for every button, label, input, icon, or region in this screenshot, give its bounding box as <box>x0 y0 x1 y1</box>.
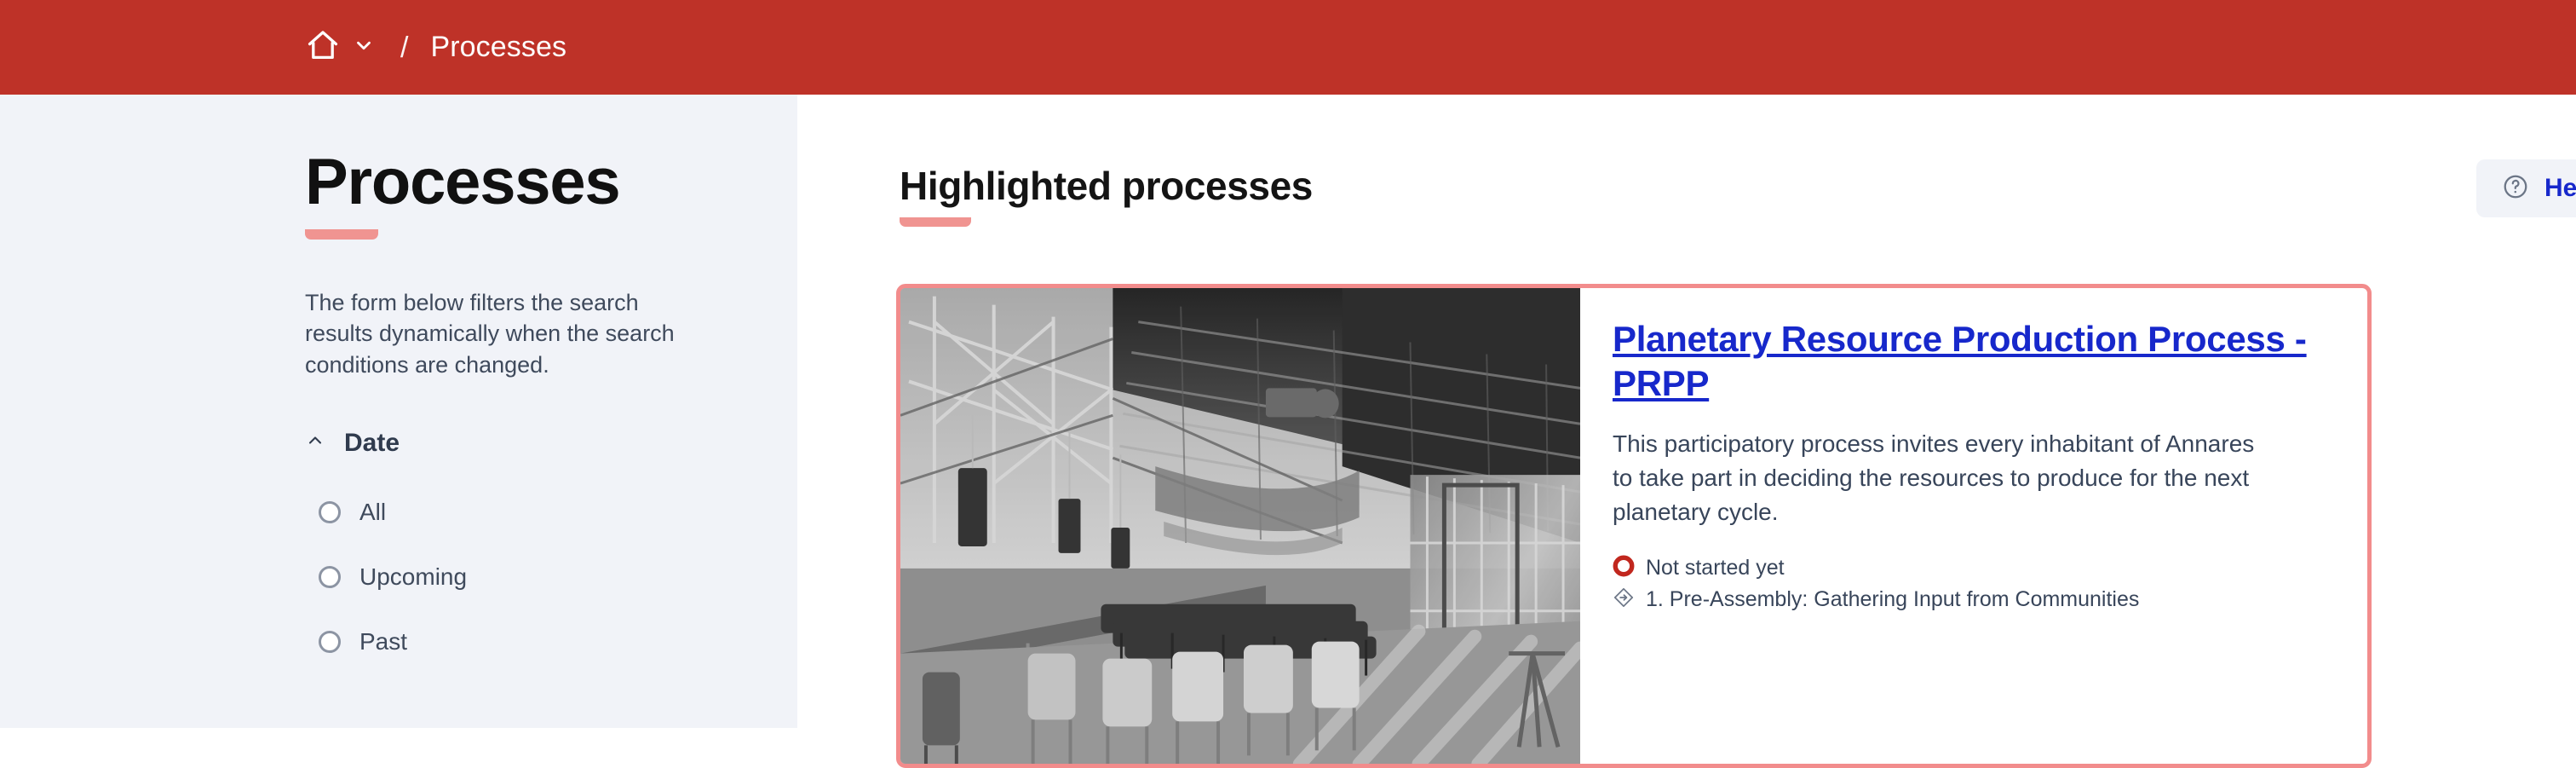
process-current-step-label: 1. Pre-Assembly: Gathering Input from Co… <box>1646 586 2140 611</box>
page-title: Processes <box>305 146 621 218</box>
breadcrumb-home-button[interactable] <box>305 27 375 67</box>
filter-section-date-toggle[interactable]: Date <box>305 429 797 458</box>
page-body: Processes The form below filters the sea… <box>0 95 2576 768</box>
radio-button[interactable] <box>319 500 341 523</box>
process-status: Not started yet <box>1613 555 2333 581</box>
help-button[interactable]: Help <box>2476 159 2576 217</box>
top-navigation-bar: / Processes <box>0 0 2576 95</box>
breadcrumb: / Processes <box>305 27 566 67</box>
filter-section-date-label: Date <box>344 428 400 457</box>
filter-option-label: All <box>359 498 387 525</box>
filter-option-all[interactable]: All <box>319 499 797 526</box>
chevron-up-icon <box>305 430 325 455</box>
question-circle-icon <box>2502 173 2529 205</box>
radio-button[interactable] <box>319 565 341 588</box>
process-status-label: Not started yet <box>1646 555 1785 580</box>
filter-help-text: The form below filters the search result… <box>305 289 675 378</box>
main-content: Highlighted processes Planetary Resource… <box>797 95 2576 768</box>
filter-section-date: Date All Upcoming Past <box>0 429 797 655</box>
radio-button[interactable] <box>319 630 341 653</box>
help-button-label: Help <box>2544 174 2576 202</box>
filter-option-label: Upcoming <box>359 563 468 590</box>
process-current-step: 1. Pre-Assembly: Gathering Input from Co… <box>1613 586 2333 613</box>
section-title: Highlighted processes <box>900 164 1313 208</box>
highlighted-process-card[interactable]: Planetary Resource Production Process - … <box>896 284 2372 768</box>
filter-option-past[interactable]: Past <box>319 628 797 655</box>
filter-option-upcoming[interactable]: Upcoming <box>319 563 797 591</box>
breadcrumb-separator: / <box>400 31 409 64</box>
process-card-title-link[interactable]: Planetary Resource Production Process - … <box>1613 317 2333 405</box>
section-title-underline <box>900 217 971 227</box>
filter-option-label: Past <box>359 627 408 655</box>
process-card-description: This participatory process invites every… <box>1613 430 2255 525</box>
process-card-body: Planetary Resource Production Process - … <box>1580 288 2367 764</box>
phase-diamond-arrow-icon <box>1613 586 1635 613</box>
process-card-image <box>900 288 1580 764</box>
home-icon <box>305 27 341 67</box>
filters-sidebar: Processes The form below filters the sea… <box>0 95 797 728</box>
chevron-down-icon[interactable] <box>353 34 375 61</box>
page-title-underline <box>305 228 378 240</box>
breadcrumb-current-page[interactable]: Processes <box>430 31 566 64</box>
process-card-meta: Not started yet 1. Pre-Assembly: Gatheri… <box>1613 555 2333 619</box>
status-circle-icon <box>1613 555 1635 581</box>
